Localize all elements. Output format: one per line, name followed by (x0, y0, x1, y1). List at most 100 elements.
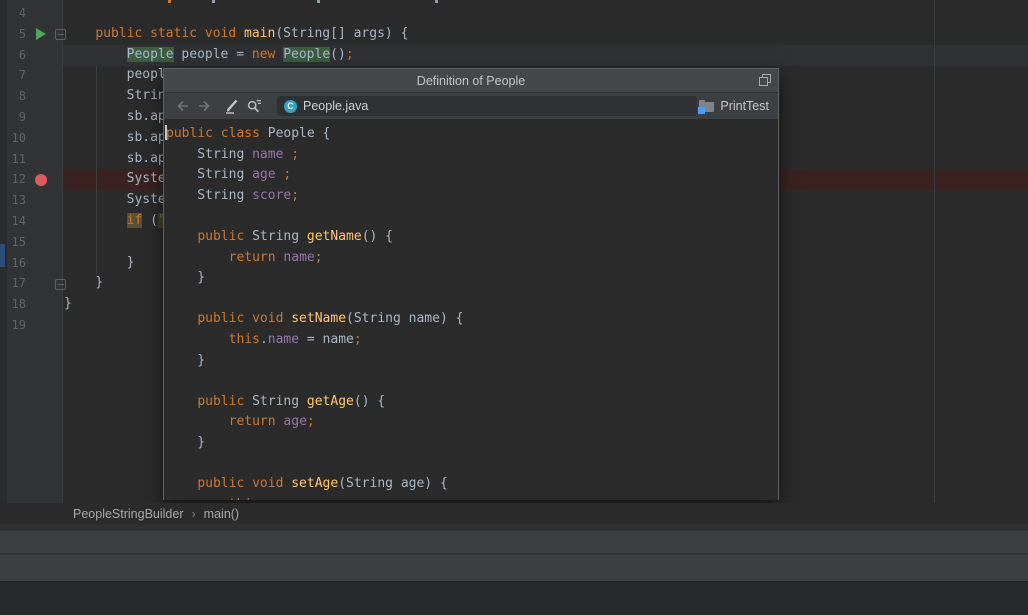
code-token: sb.ap (64, 151, 166, 166)
code-token (166, 394, 197, 409)
popup-title: Definition of People (417, 74, 525, 88)
code-line-6[interactable]: People people = new People(); (64, 45, 354, 66)
module-folder-icon (699, 100, 714, 112)
code-token: sb.ap (64, 109, 166, 124)
code-token: } (64, 255, 134, 270)
code-token: name (283, 250, 314, 265)
code-token: String (166, 167, 252, 182)
code-token: public void (197, 476, 291, 491)
tool-window-bar-bottom[interactable] (0, 555, 1028, 581)
module-chunk[interactable]: PrintTest (699, 99, 769, 113)
popup-code-line-19[interactable]: this.age = age; (166, 495, 346, 500)
code-token (166, 250, 229, 265)
code-token (64, 47, 127, 62)
code-token: setAge (291, 476, 338, 491)
code-line-18[interactable]: } (64, 294, 72, 315)
edit-source-button[interactable] (221, 96, 243, 116)
file-path-combobox[interactable]: C People.java (277, 96, 697, 116)
breadcrumb-item-class[interactable]: PeopleStringBuilder (73, 507, 184, 521)
code-line-14[interactable]: if (" (64, 211, 166, 232)
code-token: } (166, 270, 205, 285)
class-icon: C (284, 100, 297, 113)
popup-code-line-18[interactable]: public void setAge(String age) { (166, 474, 448, 495)
code-token: if (127, 213, 143, 228)
code-token (166, 476, 197, 491)
popup-code-line-1[interactable]: public class People { (166, 124, 330, 145)
quick-definition-popup[interactable]: Definition of People (163, 68, 779, 500)
popup-code-line-14[interactable]: public String getAge() { (166, 392, 385, 413)
file-name: People.java (303, 99, 368, 113)
code-line-16[interactable]: } (64, 253, 134, 274)
ide-window: 45678910111213141516171819 public static… (0, 0, 1028, 615)
code-token: getAge (307, 394, 354, 409)
code-token: public class (166, 126, 268, 141)
code-token: getName (307, 229, 362, 244)
popup-code-line-8[interactable]: } (166, 268, 205, 289)
code-token: People (283, 47, 330, 62)
popup-code-line-10[interactable]: public void setName(String name) { (166, 309, 463, 330)
code-token: return (229, 414, 284, 429)
popup-code-line-3[interactable]: String age ; (166, 165, 291, 186)
clipped-code-fragment (317, 0, 320, 3)
code-line-9[interactable]: sb.ap (64, 107, 166, 128)
code-line-7[interactable]: peopl (64, 65, 166, 86)
code-token (166, 414, 229, 429)
code-token: return (229, 250, 284, 265)
find-usages-button[interactable] (243, 96, 265, 116)
code-token: sb.ap (64, 130, 166, 145)
code-token: new (252, 47, 275, 62)
code-line-11[interactable]: sb.ap (64, 149, 166, 170)
code-line-13[interactable]: Syste (64, 190, 166, 211)
open-as-window-icon[interactable] (759, 74, 771, 86)
forward-button[interactable] (193, 96, 215, 116)
code-token: this (229, 497, 260, 500)
popup-code-line-12[interactable]: } (166, 351, 205, 372)
code-token: ; (354, 332, 362, 347)
code-token (64, 26, 95, 41)
popup-code-line-16[interactable]: } (166, 433, 205, 454)
code-token: people = (174, 47, 252, 62)
code-token: People (127, 47, 174, 62)
code-token: } (166, 353, 205, 368)
code-token: ; (283, 167, 291, 182)
code-token: ; (291, 147, 299, 162)
code-token: score (252, 188, 291, 203)
back-button[interactable] (171, 96, 193, 116)
code-token: peopl (64, 67, 166, 82)
code-line-12[interactable]: Syste (64, 169, 166, 190)
code-token: age (283, 414, 306, 429)
code-token: ; (338, 497, 346, 500)
popup-code-line-7[interactable]: return name; (166, 248, 323, 269)
popup-title-bar[interactable]: Definition of People (164, 69, 778, 93)
code-token: Strin (64, 88, 166, 103)
code-token (166, 229, 197, 244)
popup-code-line-2[interactable]: String name ; (166, 145, 299, 166)
code-token: (String name) { (346, 311, 463, 326)
code-token: public (197, 394, 252, 409)
code-token: this (229, 332, 260, 347)
popup-code-viewer[interactable]: public class People { String name ; Stri… (164, 119, 778, 500)
code-line-17[interactable]: } (64, 273, 103, 294)
code-token: String (166, 188, 252, 203)
code-line-8[interactable]: Strin (64, 86, 166, 107)
code-line-5[interactable]: public static void main(String[] args) { (64, 24, 408, 45)
code-token: main (244, 26, 275, 41)
popup-code-line-4[interactable]: String score; (166, 186, 299, 207)
breadcrumb-item-method[interactable]: main() (204, 507, 239, 521)
tool-window-bar-top[interactable] (0, 531, 1028, 553)
code-token: ; (307, 414, 315, 429)
clipped-code-fragment (435, 0, 438, 3)
code-line-10[interactable]: sb.ap (64, 128, 166, 149)
editor-bottom-strip (0, 524, 1028, 531)
code-token: public static void (95, 26, 244, 41)
popup-code-line-11[interactable]: this.name = name; (166, 330, 362, 351)
popup-code-line-6[interactable]: public String getName() { (166, 227, 393, 248)
code-token: ; (346, 47, 354, 62)
code-token: People { (268, 126, 331, 141)
code-token: Syste (64, 171, 166, 186)
code-token: (String[] args) { (275, 26, 408, 41)
popup-code-line-15[interactable]: return age; (166, 412, 315, 433)
code-token (166, 332, 229, 347)
code-token: . (260, 332, 268, 347)
code-token: () (330, 47, 346, 62)
